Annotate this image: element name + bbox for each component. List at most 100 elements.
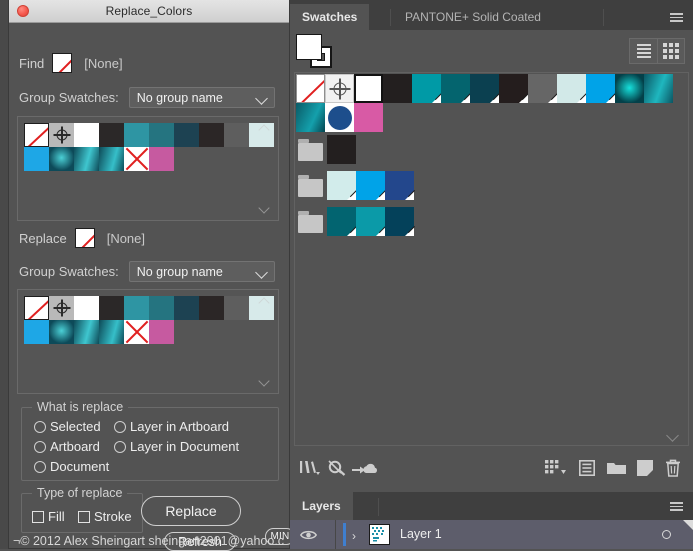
find-none-swatch-icon[interactable] [52,53,73,73]
tab-swatches[interactable]: Swatches [290,4,370,30]
new-swatch-icon[interactable] [637,460,653,476]
radio-layer-in-artboard[interactable]: Layer in Artboard [114,419,229,434]
panel-menu-icon[interactable] [670,13,683,22]
swatch-cell[interactable] [199,123,224,147]
tab-pantone-solid-coated[interactable]: PANTONE+ Solid Coated [393,4,553,30]
swatch-cell-gradient[interactable] [644,74,673,103]
swatch-cell[interactable] [224,123,249,147]
swatch-cell[interactable] [99,123,124,147]
eye-icon[interactable] [300,529,317,541]
radio-layer-in-document[interactable]: Layer in Document [114,439,239,454]
tab-layers[interactable]: Layers [290,492,353,520]
swatches-scroll-down-icon[interactable] [668,431,680,439]
new-swatch-folder-icon[interactable] [607,461,626,475]
swatch-cell-gradient[interactable] [49,147,74,171]
swatch-cell[interactable] [557,74,586,103]
swatch-cell[interactable] [412,74,441,103]
swatch-cell[interactable] [528,74,557,103]
replace-none-swatch-icon[interactable] [74,228,95,248]
scroll-down-icon[interactable] [260,378,271,385]
swatch-cell-gradient[interactable] [296,103,325,132]
swatch-cell[interactable] [356,207,385,236]
swatch-cell[interactable] [24,147,49,171]
swatch-cell[interactable] [174,296,199,320]
swatch-cell[interactable] [441,74,470,103]
swatch-cell-pattern[interactable] [325,103,354,132]
swatch-cell-gradient[interactable] [99,147,124,171]
fill-stroke-indicator[interactable] [296,34,336,68]
radio-document[interactable]: Document [34,459,109,474]
replace-group-select[interactable]: No group name [128,261,275,282]
close-dot-icon[interactable] [17,5,29,17]
layer-row[interactable]: › Layer 1 [290,520,693,549]
swatch-cell-gradient[interactable] [74,320,99,344]
swatch-cell-gradient[interactable] [99,320,124,344]
scroll-up-icon[interactable] [260,298,271,305]
replace-button[interactable]: Replace [141,496,241,526]
swatch-cell[interactable] [327,135,356,164]
swatch-none[interactable] [296,74,325,103]
checkbox-stroke[interactable]: Stroke [78,509,132,524]
checkbox-fill[interactable]: Fill [32,509,65,524]
swatch-cell[interactable] [499,74,528,103]
find-group-select[interactable]: No group name [128,87,275,108]
chevron-right-icon[interactable]: › [352,529,356,543]
radio-selected-icon[interactable] [34,420,46,433]
swatch-libraries-icon[interactable] [299,460,321,476]
swatch-white-selected[interactable] [354,74,383,103]
swatch-cell-gradient[interactable] [74,147,99,171]
swatch-cell[interactable] [99,296,124,320]
swatch-cell[interactable] [199,296,224,320]
fill-swatch-icon[interactable] [296,34,322,60]
radio-layer-in-document-icon[interactable] [114,440,126,453]
swatch-cell[interactable] [356,171,385,200]
add-to-library-icon[interactable] [352,461,378,476]
swatch-cell-gradient[interactable] [49,320,74,344]
swatch-cell[interactable] [149,147,174,171]
swatch-cell-gradient[interactable] [615,74,644,103]
swatch-cell[interactable] [224,296,249,320]
swatch-delete-marker[interactable] [124,320,149,344]
swatch-cell[interactable] [124,296,149,320]
swatch-options-icon[interactable] [579,460,595,476]
swatch-cell[interactable] [327,207,356,236]
panel-menu-icon[interactable] [670,502,683,511]
new-color-group-icon[interactable] [545,460,567,476]
swatch-cell[interactable] [149,320,174,344]
radio-document-icon[interactable] [34,460,46,473]
swatch-group-folder-icon[interactable] [296,171,325,200]
delete-swatch-icon[interactable] [665,459,681,477]
radio-selected[interactable]: Selected [34,419,101,434]
swatch-cell[interactable] [354,103,383,132]
replace-swatch-well[interactable] [17,289,279,394]
swatch-cell[interactable] [174,123,199,147]
scroll-down-icon[interactable] [260,205,271,212]
swatch-cell[interactable] [149,296,174,320]
swatch-registration[interactable] [49,123,74,147]
swatches-list[interactable] [294,72,689,446]
swatch-cell[interactable] [385,207,414,236]
swatch-none[interactable] [24,296,49,320]
radio-artboard[interactable]: Artboard [34,439,100,454]
radio-artboard-icon[interactable] [34,440,46,453]
radio-layer-in-artboard-icon[interactable] [114,420,126,433]
find-swatch-well[interactable] [17,116,279,221]
swatch-none[interactable] [24,123,49,147]
checkbox-stroke-icon[interactable] [78,510,90,523]
swatch-registration[interactable] [49,296,74,320]
swatch-group-folder-icon[interactable] [296,135,325,164]
swatch-cell[interactable] [24,320,49,344]
checkbox-fill-icon[interactable] [32,510,44,523]
scroll-up-icon[interactable] [260,125,271,132]
swatch-cell[interactable] [124,123,149,147]
dialog-titlebar[interactable]: Replace_Colors [9,0,289,23]
swatch-cell[interactable] [385,171,414,200]
swatch-cell[interactable] [74,296,99,320]
swatch-cell[interactable] [74,123,99,147]
list-view-icon[interactable] [629,38,657,64]
show-swatch-kinds-icon[interactable] [328,460,346,476]
target-circle-icon[interactable] [662,530,671,539]
swatch-cell[interactable] [470,74,499,103]
swatch-registration[interactable] [325,74,354,103]
swatch-cell[interactable] [149,123,174,147]
